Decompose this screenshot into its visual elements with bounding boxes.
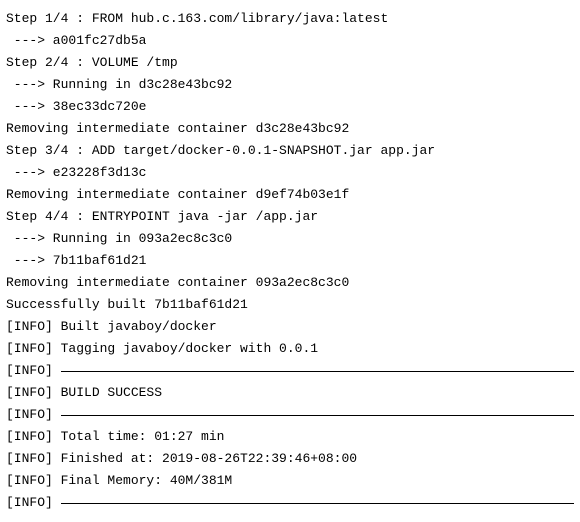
log-line: ---> Running in 093a2ec8c3c0 — [6, 228, 574, 250]
log-line: Removing intermediate container 093a2ec8… — [6, 272, 574, 294]
log-line: Step 3/4 : ADD target/docker-0.0.1-SNAPS… — [6, 140, 574, 162]
horizontal-rule-icon — [61, 503, 574, 504]
log-separator: [INFO] — [6, 404, 574, 426]
log-line: ---> a001fc27db5a — [6, 30, 574, 52]
log-prefix: [INFO] — [6, 404, 61, 426]
log-line: Step 1/4 : FROM hub.c.163.com/library/ja… — [6, 8, 574, 30]
log-prefix: [INFO] — [6, 360, 61, 382]
log-line: [INFO] Finished at: 2019-08-26T22:39:46+… — [6, 448, 574, 470]
horizontal-rule-icon — [61, 371, 574, 372]
log-line: [INFO] Final Memory: 40M/381M — [6, 470, 574, 492]
log-line: ---> Running in d3c28e43bc92 — [6, 74, 574, 96]
log-line: [INFO] BUILD SUCCESS — [6, 382, 574, 404]
log-line: [INFO] Tagging javaboy/docker with 0.0.1 — [6, 338, 574, 360]
log-line: ---> e23228f3d13c — [6, 162, 574, 184]
log-line: [INFO] Total time: 01:27 min — [6, 426, 574, 448]
log-line: Successfully built 7b11baf61d21 — [6, 294, 574, 316]
log-separator: [INFO] — [6, 360, 574, 382]
log-line: Step 4/4 : ENTRYPOINT java -jar /app.jar — [6, 206, 574, 228]
log-line: ---> 38ec33dc720e — [6, 96, 574, 118]
log-line: ---> 7b11baf61d21 — [6, 250, 574, 272]
log-line: Step 2/4 : VOLUME /tmp — [6, 52, 574, 74]
log-line: [INFO] Built javaboy/docker — [6, 316, 574, 338]
horizontal-rule-icon — [61, 415, 574, 416]
log-line: Removing intermediate container d3c28e43… — [6, 118, 574, 140]
log-line: Removing intermediate container d9ef74b0… — [6, 184, 574, 206]
